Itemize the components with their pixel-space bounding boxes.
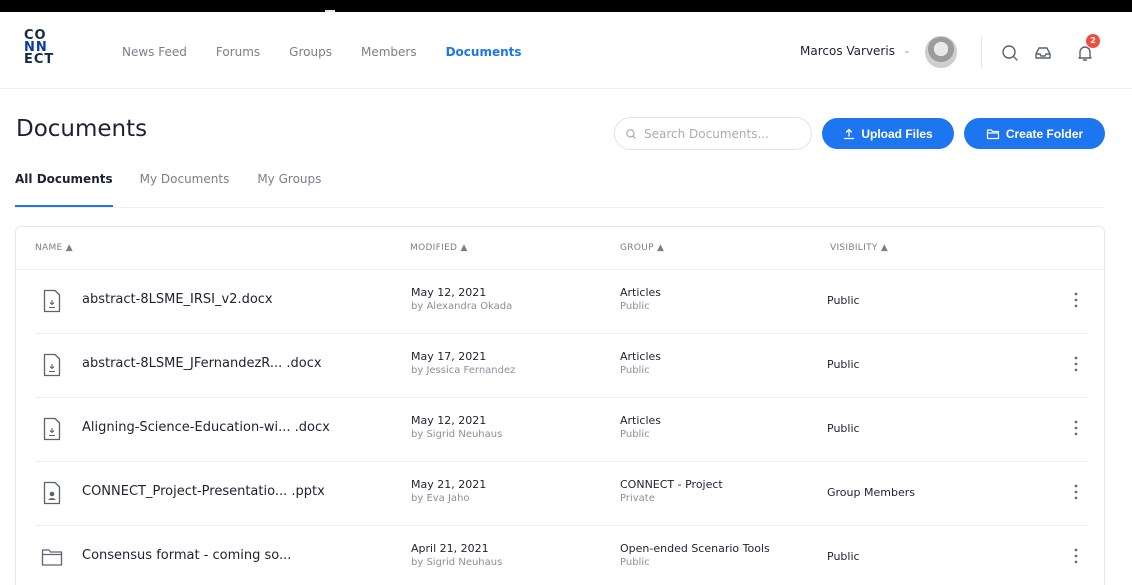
nav-news-feed[interactable]: News Feed (122, 45, 187, 59)
nav-documents[interactable]: Documents (446, 45, 522, 59)
logo-line-3: ECT (24, 52, 55, 67)
search-icon[interactable] (1000, 43, 1020, 63)
column-group-header[interactable]: GROUP ▲ (620, 243, 664, 253)
nav-forums[interactable]: Forums (216, 45, 260, 59)
group-privacy: Public (620, 365, 650, 376)
presentation-icon (43, 481, 61, 505)
table-row[interactable]: abstract-8LSME_JFernandezR... .docx May … (35, 334, 1087, 398)
modified-date: May 21, 2021 (411, 478, 487, 491)
table-row[interactable]: abstract-8LSME_IRSI_v2.docx May 12, 2021… (35, 270, 1087, 334)
column-visibility-header[interactable]: VISIBILITY ▲ (830, 243, 888, 253)
modified-date: May 12, 2021 (411, 414, 487, 427)
connect-logo[interactable]: CO NN ECT (24, 29, 58, 67)
table-row[interactable]: CONNECT_Project-Presentatio... .pptx May… (35, 462, 1087, 526)
visibility-value: Public (827, 294, 860, 307)
modified-by: by Alexandra Okada (411, 301, 513, 312)
doc-icon (43, 353, 61, 377)
upload-files-button[interactable]: Upload Files (822, 118, 954, 149)
main-nav: News Feed Forums Groups Members Document… (122, 45, 551, 59)
modified-date: May 12, 2021 (411, 286, 487, 299)
group-name[interactable]: Open-ended Scenario Tools (620, 542, 770, 555)
group-privacy: Public (620, 429, 650, 440)
tabs-divider (15, 207, 1105, 208)
modified-by: by Sigrid Neuhaus (411, 557, 503, 568)
table-row[interactable]: Consensus format - coming so... April 21… (35, 526, 1087, 585)
upload-icon (844, 128, 855, 139)
folder-icon (986, 128, 999, 139)
doc-icon (43, 289, 61, 313)
nav-groups[interactable]: Groups (289, 45, 332, 59)
search-icon (626, 128, 636, 139)
column-name-header[interactable]: NAME ▲ (35, 243, 73, 253)
tab-my-groups[interactable]: My Groups (257, 172, 321, 207)
documents-table: NAME ▲ MODIFIED ▲ GROUP ▲ VISIBILITY ▲ a… (15, 226, 1105, 585)
modified-date: May 17, 2021 (411, 350, 487, 363)
chevron-down-icon: ⌄ (902, 46, 911, 56)
modified-by: by Eva Jaho (411, 493, 470, 504)
visibility-value: Public (827, 422, 860, 435)
file-name[interactable]: Consensus format - coming so... (82, 548, 291, 563)
file-name[interactable]: abstract-8LSME_IRSI_v2.docx (82, 292, 273, 307)
header-divider (981, 37, 982, 69)
modified-by: by Jessica Fernandez (411, 365, 516, 376)
more-vertical-icon[interactable] (1072, 482, 1080, 502)
file-name[interactable]: abstract-8LSME_JFernandezR... .docx (82, 356, 322, 371)
create-folder-label: Create Folder (1005, 126, 1084, 141)
more-vertical-icon[interactable] (1072, 546, 1080, 566)
tab-my-documents[interactable]: My Documents (140, 172, 230, 207)
group-name[interactable]: CONNECT - Project (620, 478, 723, 491)
file-name[interactable]: CONNECT_Project-Presentatio... .pptx (82, 484, 325, 499)
more-vertical-icon[interactable] (1072, 354, 1080, 374)
group-privacy: Public (620, 557, 650, 568)
visibility-value: Group Members (827, 486, 915, 499)
modified-by: by Sigrid Neuhaus (411, 429, 503, 440)
notification-badge: 2 (1086, 34, 1100, 48)
create-folder-button[interactable]: Create Folder (964, 118, 1105, 149)
tab-all-documents[interactable]: All Documents (15, 172, 113, 207)
modified-date: April 21, 2021 (411, 542, 489, 555)
column-modified-header[interactable]: MODIFIED ▲ (410, 243, 468, 253)
inbox-icon[interactable] (1033, 43, 1053, 63)
nav-members[interactable]: Members (361, 45, 417, 59)
folder-icon (41, 549, 63, 566)
search-box[interactable] (614, 117, 812, 150)
group-name[interactable]: Articles (620, 286, 661, 299)
document-tabs: All Documents My Documents My Groups (15, 172, 349, 207)
site-header: CO NN ECT News Feed Forums Groups Member… (0, 12, 1132, 89)
visibility-value: Public (827, 550, 860, 563)
upload-files-label: Upload Files (861, 126, 933, 141)
table-row[interactable]: Aligning-Science-Education-wi... .docx M… (35, 398, 1087, 462)
doc-icon (43, 417, 61, 441)
user-menu[interactable]: Marcos Varveris ⌄ (800, 44, 911, 58)
more-vertical-icon[interactable] (1072, 418, 1080, 438)
visibility-value: Public (827, 358, 860, 371)
avatar[interactable] (925, 36, 957, 68)
group-name[interactable]: Articles (620, 350, 661, 363)
search-input[interactable] (644, 126, 804, 141)
page-title: Documents (16, 116, 148, 142)
group-privacy: Public (620, 301, 650, 312)
table-header: NAME ▲ MODIFIED ▲ GROUP ▲ VISIBILITY ▲ (16, 227, 1104, 270)
file-name[interactable]: Aligning-Science-Education-wi... .docx (82, 420, 330, 435)
more-vertical-icon[interactable] (1072, 290, 1080, 310)
group-privacy: Private (620, 493, 655, 504)
group-name[interactable]: Articles (620, 414, 661, 427)
window-top-strip (0, 0, 1132, 12)
user-name: Marcos Varveris (800, 44, 895, 58)
